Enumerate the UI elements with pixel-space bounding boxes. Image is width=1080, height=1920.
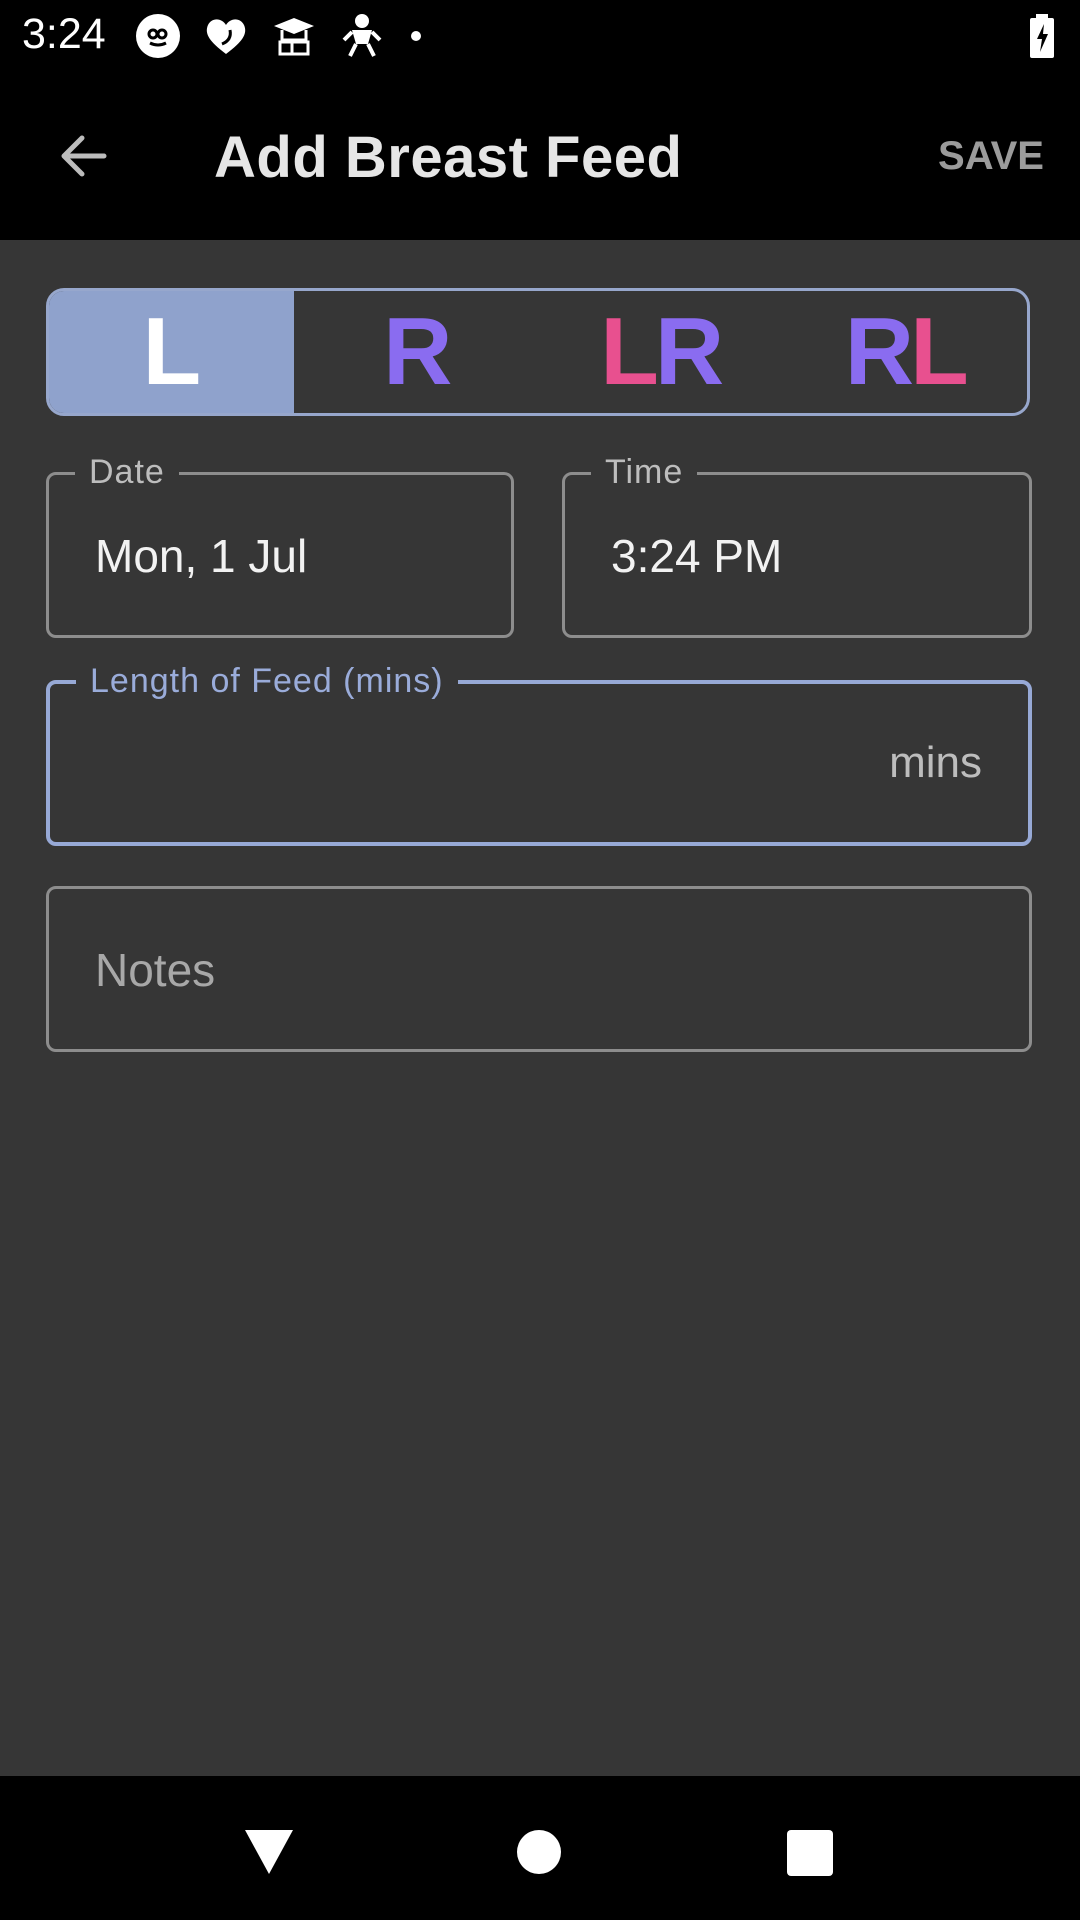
date-value: Mon, 1 Jul <box>95 530 308 582</box>
status-bar: 3:24 <box>0 0 1080 72</box>
recents-square-icon[interactable] <box>769 1812 849 1892</box>
time-field[interactable]: Time 3:24 PM <box>562 453 1032 638</box>
breast-side-toggle: L R LR RL <box>46 288 1030 416</box>
toggle-right-left-label: RL <box>844 298 969 405</box>
date-label: Date <box>75 453 179 492</box>
notification-icons <box>134 10 426 62</box>
dot-icon <box>411 31 421 41</box>
toggle-right-left[interactable]: RL <box>783 291 1027 413</box>
app-bar: Add Breast Feed SAVE <box>0 72 1080 240</box>
notes-placeholder: Notes <box>95 944 216 996</box>
back-arrow-icon[interactable] <box>52 124 116 188</box>
baby-icon <box>342 14 382 57</box>
length-of-feed-label: Length of Feed (mins) <box>76 662 458 701</box>
page-title: Add Breast Feed <box>214 125 683 190</box>
length-suffix: mins <box>889 738 982 787</box>
baby-face-icon <box>136 14 180 58</box>
save-button[interactable]: SAVE <box>938 134 1044 179</box>
toggle-right[interactable]: R <box>294 291 539 413</box>
back-triangle-icon[interactable] <box>229 1812 309 1892</box>
length-of-feed-field[interactable]: Length of Feed (mins) mins <box>46 662 1032 846</box>
graduation-cap-icon <box>274 18 314 56</box>
time-value: 3:24 PM <box>611 530 783 582</box>
toggle-right-label: R <box>383 298 452 405</box>
toggle-left-right[interactable]: LR <box>538 291 783 413</box>
heart-icon <box>206 19 246 54</box>
navigation-bar <box>0 1776 1080 1920</box>
home-circle-icon[interactable] <box>499 1812 579 1892</box>
toggle-left[interactable]: L <box>49 291 294 413</box>
status-time: 3:24 <box>22 10 106 58</box>
date-field[interactable]: Date Mon, 1 Jul <box>46 453 514 638</box>
notes-field[interactable]: Notes <box>46 886 1032 1052</box>
time-label: Time <box>591 453 698 492</box>
toggle-left-right-label: LR <box>600 298 724 405</box>
toggle-left-label: L <box>142 298 201 405</box>
length-of-feed-input[interactable] <box>96 724 880 796</box>
battery-charging-icon <box>1030 14 1054 58</box>
